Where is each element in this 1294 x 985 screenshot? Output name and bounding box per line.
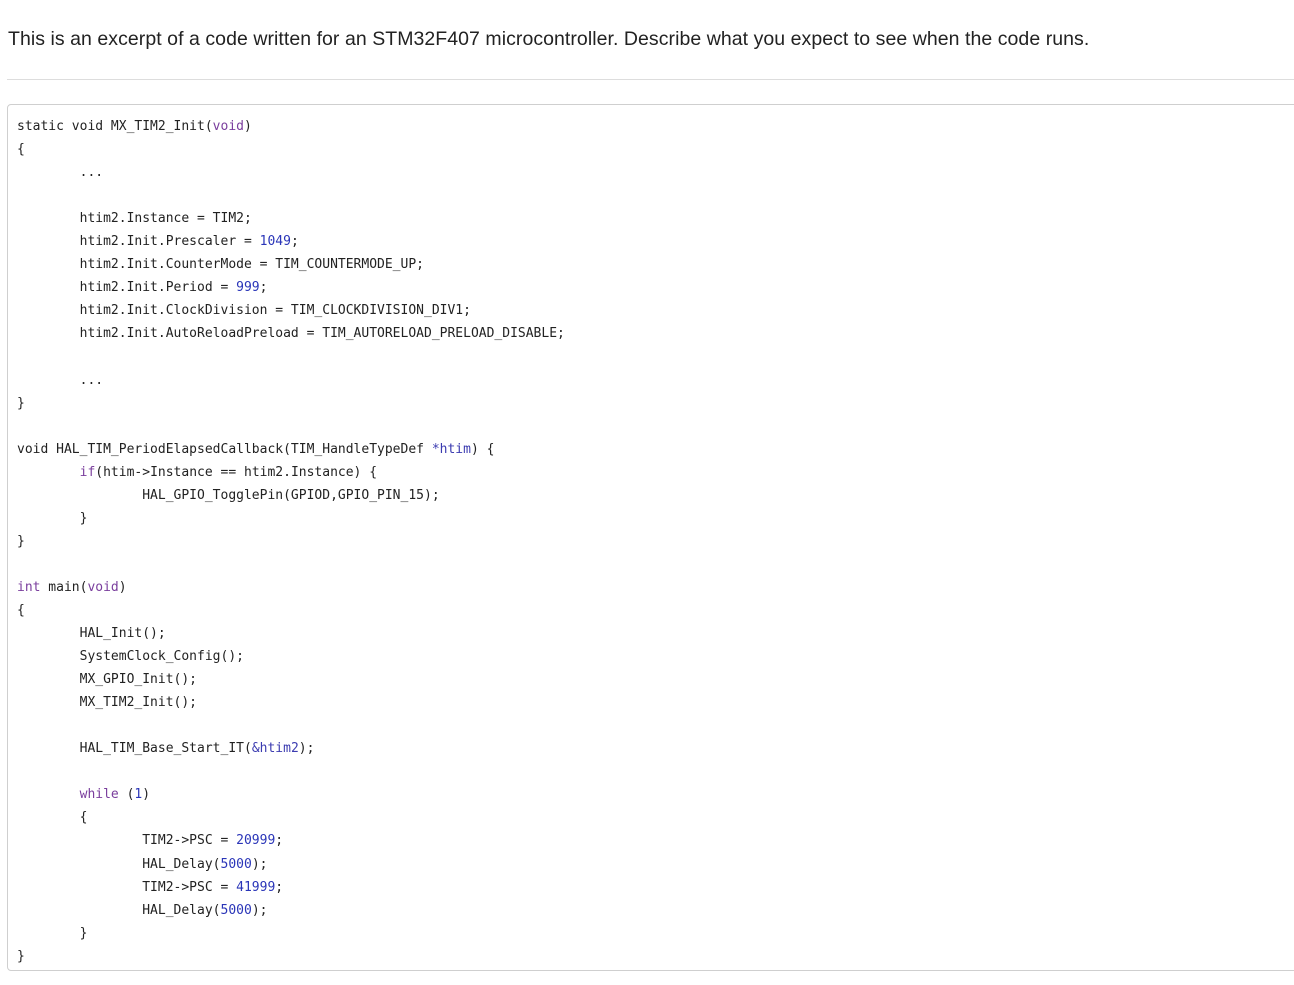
code-line: MX_GPIO_Init(); <box>17 668 565 691</box>
code-listing: static void MX_TIM2_Init(void){ ... htim… <box>17 115 565 968</box>
code-line: htim2.Init.AutoReloadPreload = TIM_AUTOR… <box>17 322 565 345</box>
code-line: if(htim->Instance == htim2.Instance) { <box>17 461 565 484</box>
code-line: htim2.Init.Prescaler = 1049; <box>17 230 565 253</box>
code-line: } <box>17 922 565 945</box>
code-line <box>17 760 565 783</box>
code-line: static void MX_TIM2_Init(void) <box>17 115 565 138</box>
code-line: htim2.Init.CounterMode = TIM_COUNTERMODE… <box>17 253 565 276</box>
code-line: ... <box>17 369 565 392</box>
code-line: } <box>17 392 565 415</box>
code-line: HAL_Delay(5000); <box>17 853 565 876</box>
code-line <box>17 714 565 737</box>
code-line: { <box>17 599 565 622</box>
code-line: { <box>17 138 565 161</box>
code-line: } <box>17 530 565 553</box>
code-line: while (1) <box>17 783 565 806</box>
code-line <box>17 345 565 368</box>
code-line <box>17 553 565 576</box>
question-text: This is an excerpt of a code written for… <box>8 26 1089 52</box>
code-line: void HAL_TIM_PeriodElapsedCallback(TIM_H… <box>17 438 565 461</box>
code-line: int main(void) <box>17 576 565 599</box>
code-line: htim2.Instance = TIM2; <box>17 207 565 230</box>
code-line: TIM2->PSC = 20999; <box>17 829 565 852</box>
divider <box>7 79 1294 80</box>
code-line: HAL_GPIO_TogglePin(GPIOD,GPIO_PIN_15); <box>17 484 565 507</box>
code-line: SystemClock_Config(); <box>17 645 565 668</box>
code-line: } <box>17 945 565 968</box>
code-line <box>17 184 565 207</box>
code-line: HAL_TIM_Base_Start_IT(&htim2); <box>17 737 565 760</box>
code-line: } <box>17 507 565 530</box>
code-line: htim2.Init.ClockDivision = TIM_CLOCKDIVI… <box>17 299 565 322</box>
code-line: htim2.Init.Period = 999; <box>17 276 565 299</box>
code-line: HAL_Init(); <box>17 622 565 645</box>
code-line: TIM2->PSC = 41999; <box>17 876 565 899</box>
code-line: HAL_Delay(5000); <box>17 899 565 922</box>
code-block: static void MX_TIM2_Init(void){ ... htim… <box>7 104 1294 971</box>
code-line: { <box>17 806 565 829</box>
code-line: ... <box>17 161 565 184</box>
code-line: MX_TIM2_Init(); <box>17 691 565 714</box>
code-line <box>17 415 565 438</box>
